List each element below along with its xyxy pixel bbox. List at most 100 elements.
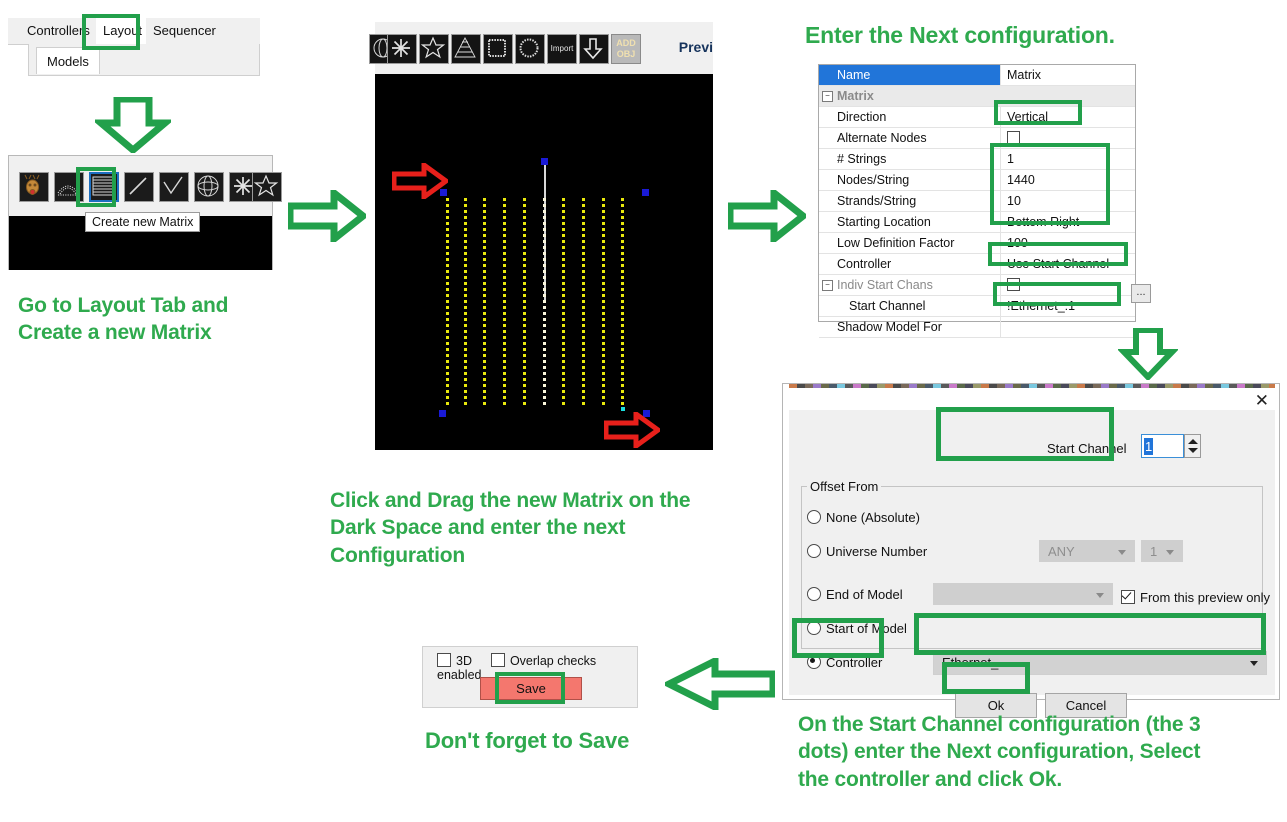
sub-tab-strip: Models: [28, 44, 260, 76]
property-value[interactable]: [1001, 275, 1135, 295]
radio-icon[interactable]: [807, 655, 821, 669]
sphere-icon[interactable]: [194, 172, 224, 202]
reindeer-icon[interactable]: [19, 172, 49, 202]
tab-controllers[interactable]: Controllers: [20, 18, 96, 44]
checkbox-indiv-start-chans[interactable]: [1007, 278, 1020, 292]
property-row-starting-location[interactable]: Starting Location Bottom Right: [819, 212, 1135, 233]
property-value[interactable]: Bottom Right: [1001, 212, 1135, 232]
checkbox-3d-label: 3D: [456, 654, 472, 668]
end-of-model-combo[interactable]: [933, 583, 1113, 605]
import-icon[interactable]: Import: [547, 34, 577, 64]
line-icon[interactable]: [124, 172, 154, 202]
property-value[interactable]: Matrix: [1001, 65, 1135, 85]
property-label: # Strings: [819, 149, 1001, 169]
radio-start-of-model[interactable]: Start of Model: [807, 621, 907, 636]
arrow-right-to-properties: [728, 190, 806, 242]
matrix-strand: [602, 198, 605, 408]
property-row-start-channel[interactable]: Start Channel !Ethernet_:1: [819, 296, 1135, 317]
collapse-icon[interactable]: −: [822, 280, 833, 291]
property-value[interactable]: [1001, 128, 1135, 148]
spinner-up-icon[interactable]: [1188, 439, 1198, 444]
radio-icon[interactable]: [807, 587, 821, 601]
property-row-controller[interactable]: Controller Use Start Channel: [819, 254, 1135, 275]
start-channel-ellipsis-button[interactable]: ...: [1131, 284, 1151, 303]
property-row-nodes-per-string[interactable]: Nodes/String 1440: [819, 170, 1135, 191]
radio-icon[interactable]: [807, 510, 821, 524]
addobj-line2: OBJ: [616, 49, 636, 59]
property-row-shadow-model-for[interactable]: Shadow Model For: [819, 317, 1135, 338]
property-value[interactable]: 100: [1001, 233, 1135, 253]
down-arrow-icon[interactable]: [579, 34, 609, 64]
matrix-strand: [446, 198, 449, 408]
property-row-strands-per-string[interactable]: Strands/String 10: [819, 191, 1135, 212]
radio-end-of-model[interactable]: End of Model: [807, 587, 903, 602]
checkbox-icon[interactable]: [1121, 590, 1135, 604]
property-row-name[interactable]: Name Matrix: [819, 65, 1135, 86]
checkbox-alternate-nodes[interactable]: [1007, 131, 1020, 145]
universe-combo[interactable]: ANY: [1039, 540, 1135, 562]
polyline-icon[interactable]: [159, 172, 189, 202]
chevron-down-icon: [1166, 550, 1174, 555]
tab-layout[interactable]: Layout: [96, 18, 146, 44]
property-label: Name: [819, 65, 1001, 85]
close-icon[interactable]: ✕: [1255, 392, 1269, 409]
property-row-indiv-start-chans[interactable]: − Indiv Start Chans: [819, 275, 1135, 296]
matrix-handle-bottom-left[interactable]: [439, 410, 446, 417]
property-label: Strands/String: [819, 191, 1001, 211]
spinner-down-icon[interactable]: [1188, 448, 1198, 453]
save-button[interactable]: Save: [480, 677, 582, 700]
property-row-low-definition-factor[interactable]: Low Definition Factor 100: [819, 233, 1135, 254]
property-label: Low Definition Factor: [819, 233, 1001, 253]
import-label: Import: [550, 44, 574, 53]
controller-combo[interactable]: Ethernet_: [933, 651, 1267, 675]
radio-controller[interactable]: Controller: [807, 655, 882, 670]
preview-canvas[interactable]: [375, 74, 713, 450]
tab-sequencer[interactable]: Sequencer: [146, 18, 222, 44]
square-icon[interactable]: [483, 34, 513, 64]
property-group-matrix[interactable]: − Matrix: [819, 86, 1135, 107]
property-row-direction[interactable]: Direction Vertical: [819, 107, 1135, 128]
controller-combo-value: Ethernet_: [942, 655, 999, 670]
start-channel-spinner[interactable]: [1184, 434, 1201, 458]
property-value[interactable]: 1440: [1001, 170, 1135, 190]
matrix-strand: [503, 198, 506, 408]
star-burst-icon[interactable]: [387, 34, 417, 64]
arrow-down-to-toolbar: [95, 97, 171, 153]
star-icon[interactable]: [419, 34, 449, 64]
radio-none-absolute[interactable]: None (Absolute): [807, 510, 920, 525]
property-value[interactable]: 1: [1001, 149, 1135, 169]
matrix-icon[interactable]: [89, 172, 119, 202]
radio-icon[interactable]: [807, 544, 821, 558]
collapse-icon[interactable]: −: [822, 91, 833, 102]
universe-number-combo[interactable]: 1: [1141, 540, 1183, 562]
property-value: [1001, 86, 1135, 106]
chevron-down-icon: [1118, 550, 1126, 555]
tab-models[interactable]: Models: [36, 47, 100, 74]
start-channel-label: Start Channel: [1047, 441, 1127, 456]
property-value[interactable]: Vertical: [1001, 107, 1135, 127]
from-this-preview-only-checkbox[interactable]: From this preview only: [1121, 590, 1270, 605]
addobj-line1: ADD: [616, 38, 636, 48]
property-row-num-strings[interactable]: # Strings 1: [819, 149, 1135, 170]
property-label: Indiv Start Chans: [819, 275, 1001, 295]
checkbox-overlap[interactable]: [490, 653, 505, 667]
circle-icon[interactable]: [515, 34, 545, 64]
property-value[interactable]: !Ethernet_:1: [1001, 296, 1135, 316]
arch-icon[interactable]: [54, 172, 84, 202]
radio-universe-number[interactable]: Universe Number: [807, 544, 927, 559]
add-obj-icon[interactable]: ADD OBJ: [611, 34, 641, 64]
preview-title: Previ: [678, 39, 713, 55]
property-value[interactable]: [1001, 317, 1135, 337]
property-value[interactable]: Use Start Channel: [1001, 254, 1135, 274]
matrix-handle-top-right[interactable]: [642, 189, 649, 196]
radio-icon[interactable]: [807, 621, 821, 635]
start-channel-input[interactable]: 1: [1141, 434, 1184, 458]
matrix-handle-top[interactable]: [541, 158, 548, 165]
star-icon[interactable]: [252, 172, 282, 202]
universe-number-value: 1: [1150, 544, 1158, 559]
matrix-strand: [523, 198, 526, 408]
property-row-alternate-nodes[interactable]: Alternate Nodes: [819, 128, 1135, 149]
tree-icon[interactable]: [451, 34, 481, 64]
checkbox-3d[interactable]: [437, 653, 451, 667]
property-value[interactable]: 10: [1001, 191, 1135, 211]
